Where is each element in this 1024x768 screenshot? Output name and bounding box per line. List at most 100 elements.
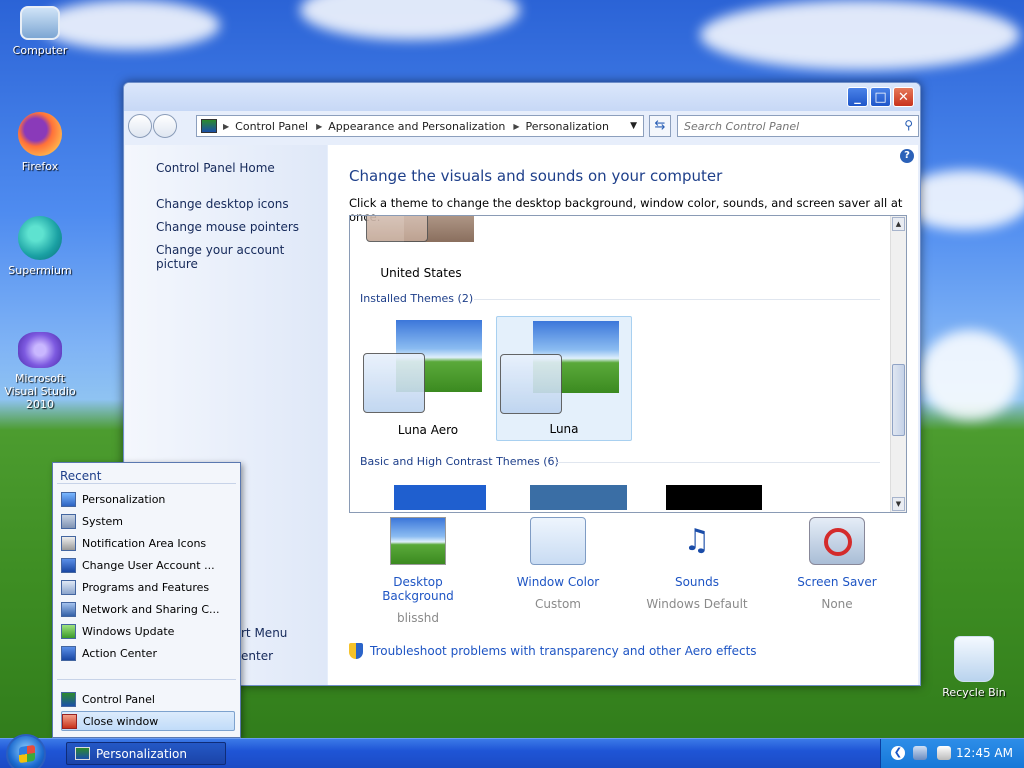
breadcrumb-appearance[interactable]: Appearance and Personalization xyxy=(328,120,505,133)
theme-list: United States Installed Themes (2) Luna … xyxy=(349,215,907,513)
option-subtitle: Windows Default xyxy=(646,597,748,611)
desktop-background-icon xyxy=(390,517,446,565)
desktop-icon-firefox[interactable]: Firefox xyxy=(0,112,80,173)
option-subtitle: None xyxy=(821,597,853,611)
start-menu-link-partial[interactable]: rt Menu xyxy=(241,626,287,640)
maximize-button[interactable]: □ xyxy=(870,87,891,107)
theme-tile-basic-2[interactable] xyxy=(530,485,627,510)
breadcrumb[interactable]: ▶ Control Panel ▶ Appearance and Persona… xyxy=(196,115,644,137)
option-title[interactable]: Window Color xyxy=(498,575,618,589)
close-button[interactable]: ✕ xyxy=(893,87,914,107)
theme-tile-basic-1[interactable] xyxy=(394,485,486,510)
jump-item-user-account[interactable]: Change User Account ... xyxy=(61,555,235,575)
system-icon xyxy=(61,513,76,529)
help-icon[interactable]: ? xyxy=(900,149,914,163)
jump-item-personalization[interactable]: Personalization xyxy=(61,489,235,509)
jump-item-label: Windows Update xyxy=(82,624,175,638)
scroll-up-icon[interactable]: ▲ xyxy=(892,217,905,231)
jump-item-label: System xyxy=(82,514,124,528)
screen-saver-option[interactable]: Screen Saver None xyxy=(777,517,897,611)
jump-item-windows-update[interactable]: Windows Update xyxy=(61,621,235,641)
sounds-icon: ♫ xyxy=(683,523,711,558)
forward-button[interactable] xyxy=(153,114,177,138)
jump-item-network[interactable]: Network and Sharing C... xyxy=(61,599,235,619)
jump-item-label: Action Center xyxy=(82,646,157,660)
network-icon[interactable] xyxy=(913,746,927,760)
theme-window-preview xyxy=(500,354,562,414)
change-account-picture-link[interactable]: Change your account picture xyxy=(156,243,327,271)
close-window-item[interactable]: Close window xyxy=(61,711,235,731)
jump-item-label: Change User Account ... xyxy=(82,558,215,572)
change-desktop-icons-link[interactable]: Change desktop icons xyxy=(156,197,289,211)
option-title[interactable]: Screen Saver xyxy=(777,575,897,589)
back-button[interactable] xyxy=(128,114,152,138)
sounds-option[interactable]: ♫ Sounds Windows Default xyxy=(637,517,757,611)
control-panel-icon xyxy=(61,691,76,707)
programs-icon xyxy=(61,579,76,595)
taskbar-button-personalization[interactable]: Personalization xyxy=(66,742,226,765)
window-color-icon xyxy=(530,517,586,565)
minimize-button[interactable]: _ xyxy=(847,87,868,107)
divider xyxy=(474,299,880,300)
theme-window-preview xyxy=(366,216,428,242)
theme-tile-basic-3[interactable] xyxy=(666,485,762,510)
chevron-left-icon[interactable]: ❮ xyxy=(891,746,905,760)
scroll-thumb[interactable] xyxy=(892,364,905,436)
change-mouse-pointers-link[interactable]: Change mouse pointers xyxy=(156,220,299,234)
search-icon[interactable]: ⚲ xyxy=(904,118,913,132)
control-panel-home-link[interactable]: Control Panel Home xyxy=(156,161,275,175)
volume-muted-icon[interactable] xyxy=(937,746,951,760)
page-title: Change the visuals and sounds on your co… xyxy=(349,167,723,185)
scroll-down-icon[interactable]: ▼ xyxy=(892,497,905,511)
start-button[interactable] xyxy=(6,734,46,768)
personalization-icon xyxy=(61,491,76,507)
theme-tile-luna[interactable]: Luna xyxy=(496,316,632,441)
window-color-option[interactable]: Window Color Custom xyxy=(498,517,618,611)
jump-item-notification-area[interactable]: Notification Area Icons xyxy=(61,533,235,553)
search-box[interactable]: ⚲ xyxy=(677,115,919,137)
jump-item-programs[interactable]: Programs and Features xyxy=(61,577,235,597)
theme-tile-luna-aero[interactable]: Luna Aero xyxy=(360,316,496,441)
installed-themes-header: Installed Themes (2) xyxy=(360,292,474,305)
jump-list: Recent Personalization System Notificati… xyxy=(52,462,241,738)
theme-list-scrollbar[interactable]: ▲ ▼ xyxy=(890,216,906,512)
control-panel-icon xyxy=(201,119,217,133)
search-input[interactable] xyxy=(678,116,888,136)
refresh-button[interactable]: ⇆ xyxy=(649,115,671,137)
jump-item-label: Personalization xyxy=(82,492,166,506)
divider xyxy=(57,679,236,680)
flag-icon xyxy=(61,557,76,573)
desktop-icon-label: Microsoft Visual Studio 2010 xyxy=(4,372,76,411)
breadcrumb-control-panel[interactable]: Control Panel xyxy=(235,120,308,133)
recent-header: Recent xyxy=(60,469,102,483)
center-link-partial[interactable]: enter xyxy=(241,649,273,663)
recycle-bin-icon xyxy=(954,636,994,682)
desktop-icon-recycle-bin[interactable]: Recycle Bin xyxy=(934,636,1014,699)
shield-icon xyxy=(349,643,363,659)
firefox-icon xyxy=(18,112,62,156)
option-title[interactable]: Sounds xyxy=(637,575,757,589)
chevron-down-icon[interactable]: ▼ xyxy=(630,121,637,131)
clock[interactable]: 12:45 AM xyxy=(956,746,1013,760)
desktop-icon-supermium[interactable]: Supermium xyxy=(0,216,80,277)
desktop-background-option[interactable]: Desktop Background blisshd xyxy=(358,517,478,625)
theme-tile-united-states[interactable]: United States xyxy=(350,216,486,280)
breadcrumb-personalization[interactable]: Personalization xyxy=(526,120,609,133)
visual-studio-icon xyxy=(18,332,62,368)
jump-item-action-center[interactable]: Action Center xyxy=(61,643,235,663)
jump-item-label: Notification Area Icons xyxy=(82,536,207,550)
jump-item-system[interactable]: System xyxy=(61,511,235,531)
jump-item-control-panel[interactable]: Control Panel xyxy=(61,689,235,709)
troubleshoot-label[interactable]: Troubleshoot problems with transparency … xyxy=(370,644,757,658)
desktop-icon-computer[interactable]: Computer xyxy=(0,6,80,57)
minimize-icon: _ xyxy=(854,89,861,105)
chevron-right-icon: ▶ xyxy=(223,121,230,131)
jump-item-label: Close window xyxy=(83,714,159,728)
option-title[interactable]: Desktop Background xyxy=(358,575,478,603)
sky-cloud xyxy=(920,330,1020,420)
desktop-icon-label: Supermium xyxy=(8,264,72,277)
title-bar[interactable]: _ □ ✕ xyxy=(124,83,920,111)
network-icon xyxy=(61,601,76,617)
desktop-icon-visual-studio[interactable]: Microsoft Visual Studio 2010 xyxy=(0,332,80,411)
troubleshoot-link[interactable]: Troubleshoot problems with transparency … xyxy=(349,643,757,659)
